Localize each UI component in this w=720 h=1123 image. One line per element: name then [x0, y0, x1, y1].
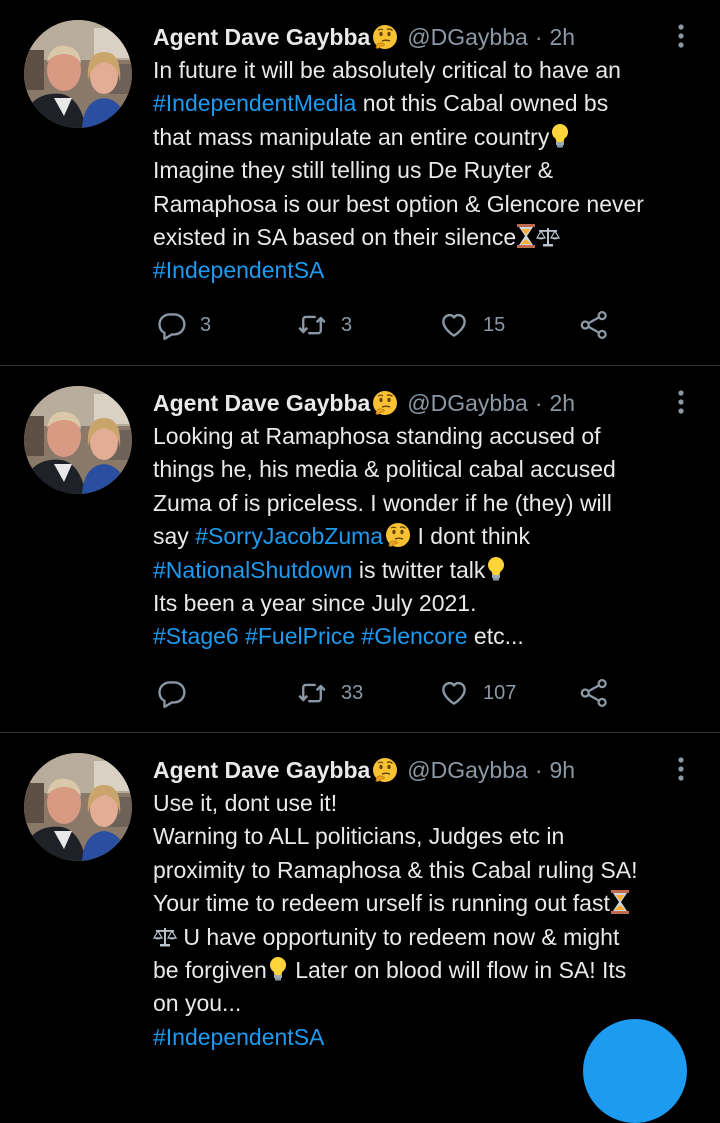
tweet-line: #Stage6 #FuelPrice #Glencore etc... — [153, 623, 524, 650]
tweet-line: In future it will be absolutely critical… — [153, 57, 621, 83]
share-icon — [578, 678, 610, 708]
tweet-line: #IndependentMedia not this Cabal owned b… — [153, 90, 609, 117]
reply-count: 3 — [200, 313, 212, 336]
author-handle[interactable]: @DGaybba — [407, 754, 528, 786]
hashtag-link[interactable]: #SorryJacobZuma — [195, 523, 383, 549]
hashtag-link[interactable]: #IndependentMedia — [153, 90, 356, 116]
hourglass-icon — [516, 223, 536, 258]
light-bulb-icon — [267, 956, 289, 991]
more-options-icon[interactable] — [672, 388, 690, 418]
thinking-face-icon — [372, 24, 398, 50]
tweet-actions: 3 3 15 — [0, 308, 720, 342]
tweet-line: be forgiven Later on blood will flow in … — [153, 954, 713, 987]
reply-button[interactable]: 3 — [157, 308, 211, 342]
retweet-button[interactable]: 3 — [296, 308, 352, 342]
tweet-line: Your time to redeem urself is running ou… — [153, 887, 713, 920]
tweet-text: In future it will be absolutely critical… — [153, 54, 713, 288]
tweet[interactable]: Agent Dave Gaybba @DGaybba · 2h In futur… — [0, 0, 720, 365]
tweet-line: U have opportunity to redeem now & might — [152, 921, 713, 954]
retweet-count: 33 — [341, 681, 364, 704]
tweet-line: Use it, dont use it! — [153, 790, 338, 816]
hashtag-link[interactable]: #IndependentSA — [153, 257, 324, 283]
hashtag-link[interactable]: #FuelPrice — [245, 623, 355, 649]
tweet-line: proximity to Ramaphosa & this Cabal ruli… — [153, 856, 638, 883]
avatar[interactable] — [24, 386, 132, 494]
share-icon — [578, 310, 610, 340]
tweet-line: Imagine they still telling us De Ruyter … — [153, 157, 554, 184]
tweet-line: say #SorryJacobZuma I dont think — [153, 522, 531, 550]
tweet-actions: 33 107 — [0, 676, 720, 710]
tweet-line: that mass manipulate an entire country — [153, 121, 713, 154]
compose-tweet-button[interactable] — [583, 1019, 687, 1123]
balance-scale-icon — [152, 925, 178, 958]
author-name[interactable]: Agent Dave Gaybba — [153, 387, 370, 419]
tweet[interactable]: Agent Dave Gaybba @DGaybba · 9h Use it, … — [0, 733, 720, 1050]
hashtag-link[interactable]: #Glencore — [361, 623, 467, 649]
share-button[interactable] — [578, 308, 610, 342]
more-options-icon[interactable] — [672, 22, 690, 52]
separator-dot: · — [534, 757, 543, 783]
author-name[interactable]: Agent Dave Gaybba — [153, 21, 370, 53]
tweet[interactable]: Agent Dave Gaybba @DGaybba · 2h Looking … — [0, 366, 720, 732]
tweet-line: Ramaphosa is our best option & Glencore … — [153, 190, 644, 217]
light-bulb-icon — [549, 123, 571, 158]
tweet-line: Its been a year since July 2021. — [153, 589, 477, 616]
tweet-header: Agent Dave Gaybba @DGaybba · 2h — [153, 21, 575, 53]
tweet-line: existed in SA based on their silence — [153, 221, 713, 254]
author-handle[interactable]: @DGaybba — [407, 387, 528, 419]
like-button[interactable]: 15 — [438, 308, 505, 342]
tweet-line: on you... — [153, 990, 242, 1017]
reply-icon — [157, 310, 187, 340]
author-handle[interactable]: @DGaybba — [407, 21, 528, 53]
tweet-header: Agent Dave Gaybba @DGaybba · 9h — [153, 754, 575, 786]
thinking-face-icon — [372, 757, 398, 783]
hashtag-link[interactable]: #Stage6 — [153, 623, 239, 649]
avatar[interactable] — [24, 20, 132, 128]
reply-button[interactable] — [157, 676, 200, 710]
light-bulb-icon — [485, 556, 507, 591]
timestamp[interactable]: 2h — [549, 21, 575, 53]
share-button[interactable] — [578, 676, 610, 710]
separator-dot: · — [534, 24, 543, 50]
retweet-button[interactable]: 33 — [296, 676, 363, 710]
hourglass-icon — [610, 889, 630, 924]
tweet-text: Use it, dont use it! Warning to ALL poli… — [152, 787, 713, 1054]
separator-dot: · — [534, 390, 543, 416]
tweet-line: Zuma of is priceless. I wonder if he (th… — [153, 489, 612, 516]
hashtag-link[interactable]: #NationalShutdown — [153, 557, 352, 583]
avatar[interactable] — [24, 753, 132, 861]
heart-icon — [438, 310, 470, 340]
timeline: Agent Dave Gaybba @DGaybba · 2h In futur… — [0, 0, 720, 1123]
thinking-face-icon — [372, 390, 398, 416]
tweet-line: Warning to ALL politicians, Judges etc i… — [153, 823, 565, 850]
retweet-count: 3 — [341, 313, 353, 336]
tweet-header: Agent Dave Gaybba @DGaybba · 2h — [153, 387, 575, 419]
retweet-icon — [296, 678, 328, 708]
tweet-text: Looking at Ramaphosa standing accused of… — [153, 420, 713, 654]
balance-scale-icon — [536, 225, 561, 258]
like-button[interactable]: 107 — [438, 676, 516, 710]
tweet-line: things he, his media & political cabal a… — [153, 456, 616, 483]
like-count: 107 — [483, 681, 517, 704]
retweet-icon — [296, 310, 328, 340]
tweet-line: #IndependentSA — [153, 254, 713, 287]
author-name[interactable]: Agent Dave Gaybba — [153, 754, 370, 786]
tweet-line: #NationalShutdown is twitter talk — [153, 554, 713, 587]
timestamp[interactable]: 2h — [549, 387, 575, 419]
timestamp[interactable]: 9h — [549, 754, 575, 786]
like-count: 15 — [483, 313, 506, 336]
heart-icon — [438, 678, 470, 708]
thinking-face-icon — [385, 522, 411, 548]
more-options-icon[interactable] — [672, 755, 690, 785]
hashtag-link[interactable]: #IndependentSA — [153, 1024, 324, 1050]
reply-icon — [157, 678, 187, 708]
tweet-line: Looking at Ramaphosa standing accused of — [153, 423, 601, 449]
